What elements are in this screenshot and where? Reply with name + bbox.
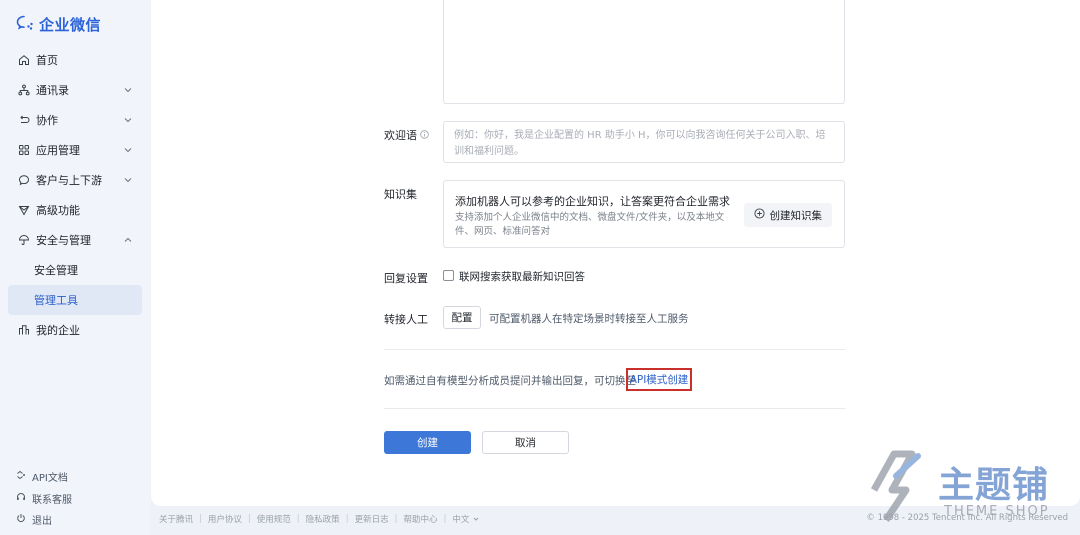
- sidebar-item-collaboration[interactable]: 协作: [8, 105, 142, 135]
- footer-link-changelog[interactable]: 更新日志: [355, 513, 389, 525]
- plus-circle-icon: [753, 208, 765, 222]
- headset-icon: [16, 492, 26, 505]
- theme-shop-watermark: 主题铺 THEME SHOP: [866, 446, 1071, 526]
- chevron-down-icon: [474, 517, 479, 521]
- footer-link-privacy[interactable]: 隐私政策: [306, 513, 340, 525]
- sidebar-subitem-management-tools[interactable]: 管理工具: [8, 285, 142, 315]
- handoff-label: 转接人工: [384, 313, 428, 326]
- create-knowledge-set-label: 创建知识集: [769, 209, 823, 222]
- cancel-button[interactable]: 取消: [482, 431, 569, 454]
- knowledge-description: 支持添加个人企业微信中的文档、微盘文件/文件夹，以及本地文件、网页、标准问答对: [455, 212, 725, 237]
- chevron-up-icon: [124, 237, 132, 242]
- chat-bubble-icon: [18, 174, 30, 186]
- info-icon[interactable]: [420, 129, 429, 142]
- contact-support-link[interactable]: 联系客服: [16, 488, 72, 510]
- sidebar-bottom-links: API文档 联系客服 退出: [16, 466, 72, 531]
- org-chart-icon: [18, 84, 30, 96]
- collaboration-icon: [18, 114, 30, 126]
- knowledge-field-label: 知识集: [384, 188, 417, 201]
- welcome-message-input[interactable]: 例如：你好，我是企业配置的 HR 助手小 H，你可以向我咨询任何关于公司入职、培…: [443, 121, 845, 163]
- sidebar-item-label: 我的企业: [36, 324, 80, 337]
- web-search-checkbox-label[interactable]: 联网搜索获取最新知识回答: [459, 269, 585, 284]
- api-mode-hint: 如需通过自有模型分析成员提问并输出回复，可切换至: [384, 375, 636, 387]
- building-icon: [18, 324, 30, 336]
- create-knowledge-set-button[interactable]: 创建知识集: [743, 203, 832, 227]
- watermark-logo-icon: [870, 450, 921, 522]
- chevron-down-icon: [124, 148, 132, 153]
- footer-link-usage-rules[interactable]: 使用规范: [257, 513, 291, 525]
- reply-settings-label: 回复设置: [384, 272, 428, 285]
- chevron-down-icon: [124, 88, 132, 93]
- sidebar-item-label: 首页: [36, 54, 58, 67]
- logout-link[interactable]: 退出: [16, 509, 72, 531]
- divider: [384, 408, 845, 409]
- app-logo[interactable]: 企业微信: [16, 14, 101, 35]
- sidebar-item-label: 安全与管理: [36, 234, 91, 247]
- contact-support-label: 联系客服: [32, 494, 72, 506]
- sidebar-item-label: 协作: [36, 114, 58, 127]
- wecom-logo-icon: [16, 15, 34, 34]
- sidebar-item-label: 管理工具: [34, 294, 78, 307]
- logout-icon: [16, 513, 26, 526]
- sidebar-item-label: 安全管理: [34, 264, 78, 277]
- description-textarea[interactable]: [443, 0, 845, 104]
- watermark-text: 主题铺: [938, 465, 1050, 506]
- home-icon: [18, 54, 30, 66]
- app-name: 企业微信: [39, 16, 102, 34]
- knowledge-title: 添加机器人可以参考的企业知识，让答案更符合企业需求: [455, 195, 730, 208]
- footer-link-about[interactable]: 关于腾讯: [159, 513, 193, 525]
- sidebar: 企业微信 首页 通讯录 协作 应用管理 客户与上下游 高级功能 安全与管理 安全…: [0, 0, 150, 535]
- language-label: 中文: [452, 515, 470, 525]
- sidebar-subitem-security[interactable]: 安全管理: [8, 255, 142, 285]
- api-mode-create-link[interactable]: API模式创建: [626, 368, 692, 391]
- configure-handoff-button[interactable]: 配置: [443, 306, 481, 329]
- footer-link-user-agreement[interactable]: 用户协议: [208, 513, 242, 525]
- api-doc-icon: [16, 470, 26, 483]
- api-doc-link[interactable]: API文档: [16, 466, 72, 488]
- apps-grid-icon: [18, 144, 30, 156]
- chevron-down-icon: [124, 118, 132, 123]
- diamond-icon: [18, 204, 30, 216]
- footer-links: 关于腾讯 | 用户协议 | 使用规范 | 隐私政策 | 更新日志 | 帮助中心 | 中文: [159, 513, 480, 525]
- welcome-label-text: 欢迎语: [384, 129, 417, 142]
- sidebar-item-label: 通讯录: [36, 84, 69, 97]
- sidebar-item-label: 客户与上下游: [36, 174, 102, 187]
- sidebar-nav: 首页 通讯录 协作 应用管理 客户与上下游 高级功能 安全与管理 安全管理 管理…: [8, 45, 142, 345]
- watermark-subtext: THEME SHOP: [944, 504, 1050, 519]
- sidebar-item-label: 高级功能: [36, 204, 80, 217]
- sidebar-item-customers[interactable]: 客户与上下游: [8, 165, 142, 195]
- sidebar-item-my-company[interactable]: 我的企业: [8, 315, 142, 345]
- umbrella-icon: [18, 234, 30, 246]
- footer-link-help[interactable]: 帮助中心: [403, 513, 437, 525]
- web-search-checkbox[interactable]: [443, 270, 454, 281]
- sidebar-item-home[interactable]: 首页: [8, 45, 142, 75]
- sidebar-item-security-management[interactable]: 安全与管理: [8, 225, 142, 255]
- api-doc-label: API文档: [32, 473, 68, 485]
- divider: [384, 349, 845, 350]
- knowledge-set-box: 添加机器人可以参考的企业知识，让答案更符合企业需求 支持添加个人企业微信中的文档…: [443, 180, 845, 248]
- sidebar-item-app-management[interactable]: 应用管理: [8, 135, 142, 165]
- handoff-description: 可配置机器人在特定场景时转接至人工服务: [489, 313, 689, 325]
- chevron-down-icon: [124, 178, 132, 183]
- create-button[interactable]: 创建: [384, 431, 471, 454]
- sidebar-item-label: 应用管理: [36, 144, 80, 157]
- sidebar-item-contacts[interactable]: 通讯录: [8, 75, 142, 105]
- welcome-field-label: 欢迎语: [384, 127, 429, 143]
- sidebar-item-advanced[interactable]: 高级功能: [8, 195, 142, 225]
- main-panel: 欢迎语 例如：你好，我是企业配置的 HR 助手小 H，你可以向我咨询任何关于公司…: [151, 0, 1080, 506]
- logout-label: 退出: [32, 516, 52, 528]
- language-selector[interactable]: 中文: [452, 513, 480, 525]
